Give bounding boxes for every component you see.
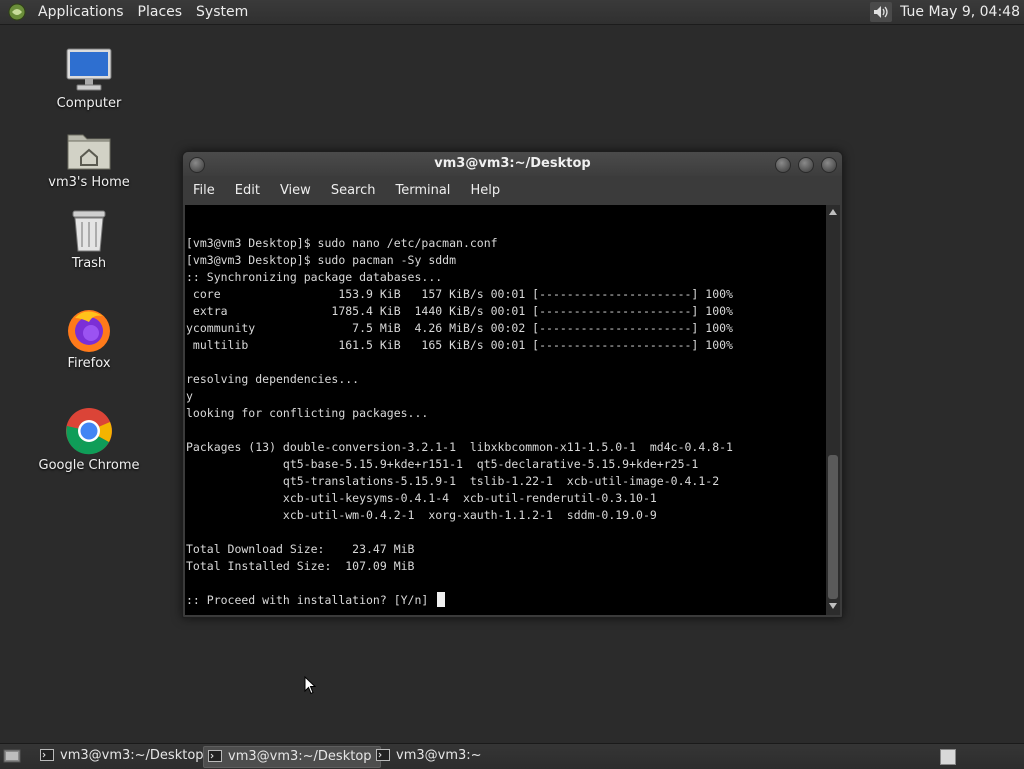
desktop-icon-label: Trash xyxy=(71,256,107,271)
window-menubar: File Edit View Search Terminal Help xyxy=(183,176,842,204)
terminal-line: xcb-util-wm-0.4.2-1 xorg-xauth-1.1.2-1 s… xyxy=(186,508,657,522)
applications-menu[interactable]: Applications xyxy=(32,4,132,20)
terminal-line: core 153.9 KiB 157 KiB/s 00:01 [--------… xyxy=(186,287,733,301)
desktop-icon-trash[interactable]: Trash xyxy=(34,208,144,271)
menu-terminal[interactable]: Terminal xyxy=(385,183,460,198)
text-cursor xyxy=(437,592,446,607)
desktop-icon-label: vm3's Home xyxy=(48,175,130,190)
terminal-line: multilib 161.5 KiB 165 KiB/s 00:01 [----… xyxy=(186,338,733,352)
terminal-window: vm3@vm3:~/Desktop File Edit View Search … xyxy=(182,151,843,618)
terminal-output[interactable]: [vm3@vm3 Desktop]$ sudo nano /etc/pacman… xyxy=(185,205,826,615)
desktop-icon-chrome[interactable]: Google Chrome xyxy=(34,406,144,473)
terminal-line: looking for conflicting packages... xyxy=(186,406,429,420)
window-title: vm3@vm3:~/Desktop xyxy=(434,156,591,171)
system-menu[interactable]: System xyxy=(190,4,256,20)
terminal-line: y xyxy=(186,389,193,403)
terminal-line: qt5-translations-5.15.9-1 tslib-1.22-1 x… xyxy=(186,474,720,488)
volume-icon[interactable] xyxy=(870,2,893,22)
taskbar-item-label: vm3@vm3:~/Desktop xyxy=(228,749,372,764)
terminal-line: resolving dependencies... xyxy=(186,372,360,386)
menu-help[interactable]: Help xyxy=(460,183,510,198)
terminal-prompt: :: Proceed with installation? [Y/n] xyxy=(186,593,436,607)
terminal-line: extra 1785.4 KiB 1440 KiB/s 00:01 [-----… xyxy=(186,304,733,318)
terminal-icon xyxy=(376,749,390,761)
top-panel: Applications Places System Tue May 9, 04… xyxy=(0,0,1024,25)
terminal-line: ycommunity 7.5 MiB 4.26 MiB/s 00:02 [---… xyxy=(186,321,733,335)
menu-file[interactable]: File xyxy=(183,183,225,198)
terminal-scrollbar[interactable] xyxy=(826,205,840,615)
taskbar-item[interactable]: vm3@vm3:~ xyxy=(372,746,490,766)
terminal-line: Total Installed Size: 107.09 MiB xyxy=(186,559,415,573)
chrome-icon xyxy=(66,408,112,455)
close-button[interactable] xyxy=(821,157,837,173)
show-desktop-icon[interactable] xyxy=(3,748,21,764)
home-folder-icon xyxy=(67,134,111,170)
taskbar-item-label: vm3@vm3:~ xyxy=(396,748,482,763)
terminal-icon xyxy=(40,749,54,761)
window-menu-button[interactable] xyxy=(189,157,205,173)
desktop-icon-firefox[interactable]: Firefox xyxy=(34,306,144,371)
distro-logo-icon[interactable] xyxy=(8,3,26,21)
terminal-prompt-line: :: Proceed with installation? [Y/n] xyxy=(186,592,826,609)
terminal-line: qt5-base-5.15.9+kde+r151-1 qt5-declarati… xyxy=(186,457,699,471)
taskbar-item[interactable]: vm3@vm3:~/Desktop xyxy=(36,746,212,766)
desktop-icon-label: Google Chrome xyxy=(38,458,140,473)
maximize-button[interactable] xyxy=(798,157,814,173)
desktop-icon-home[interactable]: vm3's Home xyxy=(34,127,144,190)
menu-view[interactable]: View xyxy=(270,183,321,198)
desktop-icon-label: Firefox xyxy=(67,356,111,371)
terminal-text: [vm3@vm3 Desktop]$ sudo nano /etc/pacman… xyxy=(185,205,826,609)
scroll-up-arrow-icon[interactable] xyxy=(829,209,837,215)
terminal-icon xyxy=(208,750,222,762)
window-titlebar[interactable]: vm3@vm3:~/Desktop xyxy=(183,152,842,176)
places-menu[interactable]: Places xyxy=(132,4,191,20)
scroll-down-arrow-icon[interactable] xyxy=(829,603,837,609)
desktop-icon-label: Computer xyxy=(56,96,122,111)
terminal-line: :: Synchronizing package databases... xyxy=(186,270,443,284)
terminal-line: Total Download Size: 23.47 MiB xyxy=(186,542,415,556)
workspace-switcher[interactable] xyxy=(940,749,956,765)
firefox-icon xyxy=(68,310,110,352)
terminal-line: Packages (13) double-conversion-3.2.1-1 … xyxy=(186,440,733,454)
clock[interactable]: Tue May 9, 04:48 xyxy=(900,4,1020,20)
mouse-pointer-icon xyxy=(304,676,316,695)
menu-search[interactable]: Search xyxy=(321,183,386,198)
minimize-button[interactable] xyxy=(775,157,791,173)
terminal-line: [vm3@vm3 Desktop]$ sudo nano /etc/pacman… xyxy=(186,236,498,250)
desktop-icon-computer[interactable]: Computer xyxy=(34,46,144,111)
scroll-thumb[interactable] xyxy=(828,455,838,599)
menu-edit[interactable]: Edit xyxy=(225,183,270,198)
computer-icon xyxy=(66,48,112,91)
taskbar-item-label: vm3@vm3:~/Desktop xyxy=(60,748,204,763)
trash-icon xyxy=(72,210,106,252)
terminal-line: xcb-util-keysyms-0.4.1-4 xcb-util-render… xyxy=(186,491,657,505)
bottom-taskbar: vm3@vm3:~/Desktop vm3@vm3:~/Desktop vm3@… xyxy=(0,743,1024,769)
taskbar-item-active[interactable]: vm3@vm3:~/Desktop xyxy=(203,746,381,768)
terminal-line: [vm3@vm3 Desktop]$ sudo pacman -Sy sddm xyxy=(186,253,457,267)
